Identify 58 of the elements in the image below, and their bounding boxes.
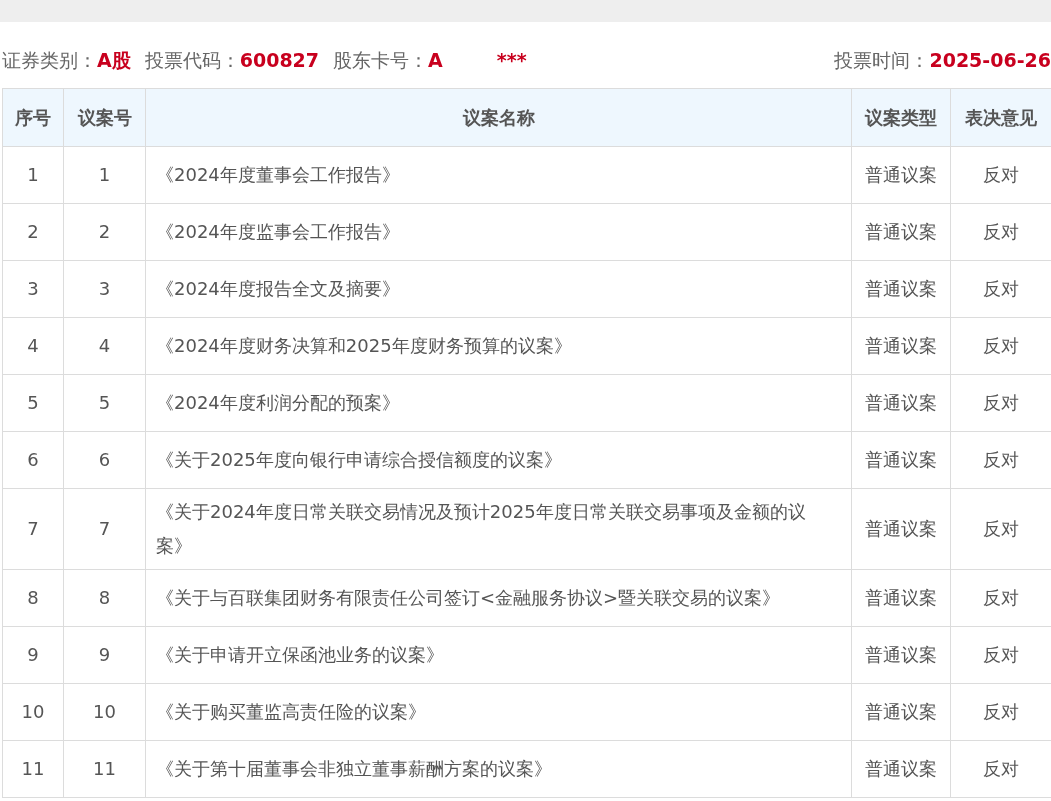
motion-type-cell: 普通议案 — [851, 146, 951, 204]
sequence-cell: 4 — [2, 317, 64, 375]
motion-type-cell: 普通议案 — [851, 260, 951, 318]
motion-name-cell: 《2024年度财务决算和2025年度财务预算的议案》 — [145, 317, 852, 375]
motion-name-cell: 《关于2024年度日常关联交易情况及预计2025年度日常关联交易事项及金额的议案》 — [145, 488, 852, 570]
motion-number-cell: 3 — [63, 260, 146, 318]
motion-type-cell: 普通议案 — [851, 626, 951, 684]
motion-name-cell: 《2024年度董事会工作报告》 — [145, 146, 852, 204]
security-type-value: A股 — [97, 48, 131, 73]
motion-number-cell: 9 — [63, 626, 146, 684]
vote-time-label: 投票时间： — [834, 48, 930, 73]
motion-type-cell: 普通议案 — [851, 374, 951, 432]
motion-name-cell: 《2024年度报告全文及摘要》 — [145, 260, 852, 318]
motion-name-cell: 《关于与百联集团财务有限责任公司签订<金融服务协议>暨关联交易的议案》 — [145, 569, 852, 627]
motion-number-cell: 2 — [63, 203, 146, 261]
motion-number-cell: 5 — [63, 374, 146, 432]
vote-time-value: 2025-06-26 — [929, 49, 1051, 71]
sequence-cell: 9 — [2, 626, 64, 684]
motion-type-cell: 普通议案 — [851, 317, 951, 375]
holder-card-value: A — [428, 49, 443, 71]
sequence-cell: 2 — [2, 203, 64, 261]
motion-number-cell: 8 — [63, 569, 146, 627]
motion-name-cell: 《关于申请开立保函池业务的议案》 — [145, 626, 852, 684]
motion-number-cell: 6 — [63, 431, 146, 489]
sequence-cell: 6 — [2, 431, 64, 489]
motion-name-cell: 《关于2025年度向银行申请综合授信额度的议案》 — [145, 431, 852, 489]
sequence-cell: 10 — [2, 683, 64, 741]
holder-card-masked: *** — [496, 49, 527, 71]
motion-name-cell: 《关于第十届董事会非独立董事薪酬方案的议案》 — [145, 740, 852, 798]
motion-number-cell: 7 — [63, 488, 146, 570]
motion-type-cell: 普通议案 — [851, 683, 951, 741]
sequence-cell: 11 — [2, 740, 64, 798]
sequence-cell: 1 — [2, 146, 64, 204]
sequence-cell: 3 — [2, 260, 64, 318]
motion-name-cell: 《2024年度利润分配的预案》 — [145, 374, 852, 432]
vote-code-value: 600827 — [239, 49, 320, 71]
vote-code-label: 投票代码： — [144, 48, 240, 73]
holder-card-label: 股东卡号： — [333, 48, 429, 73]
column-header: 议案号 — [63, 88, 146, 147]
motion-name-cell: 《2024年度监事会工作报告》 — [145, 203, 852, 261]
motion-number-cell: 4 — [63, 317, 146, 375]
security-type-label: 证券类别： — [2, 48, 97, 73]
sequence-cell: 7 — [2, 488, 64, 570]
column-header: 序号 — [2, 88, 64, 147]
column-header: 表决意见 — [950, 88, 1051, 147]
motion-number-cell: 11 — [63, 740, 146, 798]
motion-number-cell: 10 — [63, 683, 146, 741]
column-header: 议案类型 — [851, 88, 951, 147]
motion-type-cell: 普通议案 — [851, 203, 951, 261]
motion-type-cell: 普通议案 — [851, 569, 951, 627]
sequence-cell: 5 — [2, 374, 64, 432]
sequence-cell: 8 — [2, 569, 64, 627]
motion-type-cell: 普通议案 — [851, 431, 951, 489]
column-header: 议案名称 — [145, 88, 852, 147]
motion-type-cell: 普通议案 — [851, 740, 951, 798]
motion-number-cell: 1 — [63, 146, 146, 204]
motion-type-cell: 普通议案 — [851, 488, 951, 570]
motion-name-cell: 《关于购买董监高责任险的议案》 — [145, 683, 852, 741]
